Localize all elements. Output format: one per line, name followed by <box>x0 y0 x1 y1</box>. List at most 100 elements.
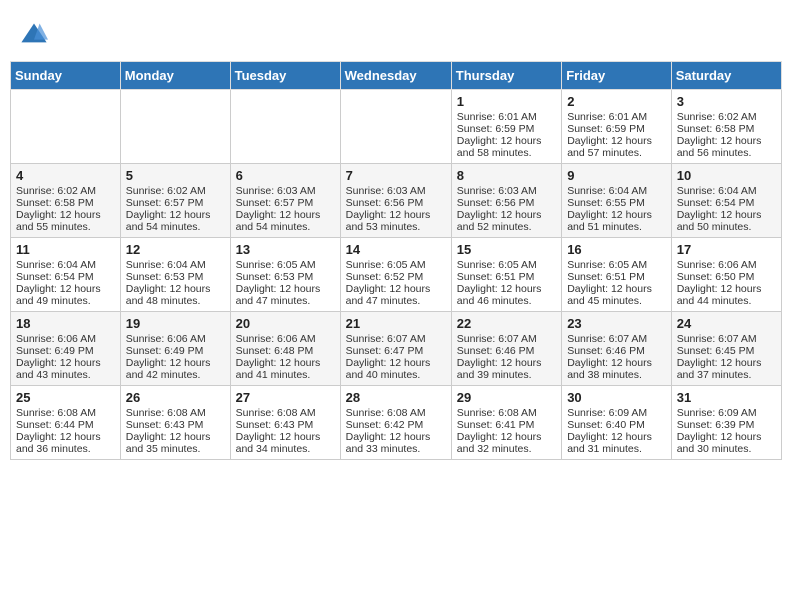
cell-content-line: Daylight: 12 hours <box>457 209 556 221</box>
cell-content-line: Sunset: 6:52 PM <box>346 271 446 283</box>
cell-content-line: and 45 minutes. <box>567 295 666 307</box>
cell-content-line: Sunset: 6:59 PM <box>457 123 556 135</box>
cell-content-line: and 52 minutes. <box>457 221 556 233</box>
day-number: 24 <box>677 316 776 331</box>
cell-content-line: Sunset: 6:54 PM <box>677 197 776 209</box>
day-number: 26 <box>126 390 225 405</box>
cell-content-line: Daylight: 12 hours <box>567 283 666 295</box>
cell-content-line: Sunrise: 6:03 AM <box>346 185 446 197</box>
cell-content-line: and 54 minutes. <box>126 221 225 233</box>
calendar-cell: 5Sunrise: 6:02 AMSunset: 6:57 PMDaylight… <box>120 164 230 238</box>
cell-content-line: Daylight: 12 hours <box>16 357 115 369</box>
calendar-cell: 31Sunrise: 6:09 AMSunset: 6:39 PMDayligh… <box>671 386 781 460</box>
cell-content-line: and 50 minutes. <box>677 221 776 233</box>
cell-content-line: and 36 minutes. <box>16 443 115 455</box>
cell-content-line: and 41 minutes. <box>236 369 335 381</box>
cell-content-line: and 43 minutes. <box>16 369 115 381</box>
cell-content-line: and 39 minutes. <box>457 369 556 381</box>
day-number: 11 <box>16 242 115 257</box>
calendar-cell: 23Sunrise: 6:07 AMSunset: 6:46 PMDayligh… <box>562 312 672 386</box>
cell-content-line: Sunrise: 6:06 AM <box>16 333 115 345</box>
cell-content-line: Sunrise: 6:01 AM <box>567 111 666 123</box>
cell-content-line: and 32 minutes. <box>457 443 556 455</box>
cell-content-line: Sunset: 6:54 PM <box>16 271 115 283</box>
cell-content-line: Sunrise: 6:06 AM <box>677 259 776 271</box>
cell-content-line: Sunset: 6:51 PM <box>567 271 666 283</box>
cell-content-line: Daylight: 12 hours <box>677 209 776 221</box>
logo-icon <box>20 20 48 48</box>
cell-content-line: and 47 minutes. <box>346 295 446 307</box>
day-number: 20 <box>236 316 335 331</box>
calendar-week-3: 11Sunrise: 6:04 AMSunset: 6:54 PMDayligh… <box>11 238 782 312</box>
cell-content-line: and 53 minutes. <box>346 221 446 233</box>
day-number: 27 <box>236 390 335 405</box>
calendar-week-5: 25Sunrise: 6:08 AMSunset: 6:44 PMDayligh… <box>11 386 782 460</box>
calendar-cell: 21Sunrise: 6:07 AMSunset: 6:47 PMDayligh… <box>340 312 451 386</box>
calendar-cell: 28Sunrise: 6:08 AMSunset: 6:42 PMDayligh… <box>340 386 451 460</box>
calendar-cell: 22Sunrise: 6:07 AMSunset: 6:46 PMDayligh… <box>451 312 561 386</box>
header-sunday: Sunday <box>11 62 121 90</box>
cell-content-line: Sunset: 6:49 PM <box>126 345 225 357</box>
calendar-cell: 6Sunrise: 6:03 AMSunset: 6:57 PMDaylight… <box>230 164 340 238</box>
calendar-cell: 11Sunrise: 6:04 AMSunset: 6:54 PMDayligh… <box>11 238 121 312</box>
cell-content-line: Daylight: 12 hours <box>567 209 666 221</box>
cell-content-line: Sunset: 6:50 PM <box>677 271 776 283</box>
cell-content-line: Sunrise: 6:02 AM <box>677 111 776 123</box>
calendar-body: 1Sunrise: 6:01 AMSunset: 6:59 PMDaylight… <box>11 90 782 460</box>
day-number: 15 <box>457 242 556 257</box>
calendar-cell: 3Sunrise: 6:02 AMSunset: 6:58 PMDaylight… <box>671 90 781 164</box>
day-number: 2 <box>567 94 666 109</box>
calendar-cell: 15Sunrise: 6:05 AMSunset: 6:51 PMDayligh… <box>451 238 561 312</box>
cell-content-line: Sunrise: 6:02 AM <box>16 185 115 197</box>
cell-content-line: Daylight: 12 hours <box>457 431 556 443</box>
day-number: 4 <box>16 168 115 183</box>
calendar-cell <box>340 90 451 164</box>
cell-content-line: Sunset: 6:53 PM <box>236 271 335 283</box>
cell-content-line: Sunrise: 6:03 AM <box>457 185 556 197</box>
cell-content-line: and 55 minutes. <box>16 221 115 233</box>
day-number: 13 <box>236 242 335 257</box>
cell-content-line: Daylight: 12 hours <box>346 283 446 295</box>
cell-content-line: Daylight: 12 hours <box>567 357 666 369</box>
calendar-cell <box>120 90 230 164</box>
day-number: 16 <box>567 242 666 257</box>
cell-content-line: Daylight: 12 hours <box>126 431 225 443</box>
cell-content-line: Daylight: 12 hours <box>457 283 556 295</box>
header-friday: Friday <box>562 62 672 90</box>
cell-content-line: and 54 minutes. <box>236 221 335 233</box>
cell-content-line: Sunrise: 6:09 AM <box>567 407 666 419</box>
cell-content-line: Daylight: 12 hours <box>346 357 446 369</box>
cell-content-line: Sunrise: 6:04 AM <box>567 185 666 197</box>
cell-content-line: and 44 minutes. <box>677 295 776 307</box>
calendar-cell: 14Sunrise: 6:05 AMSunset: 6:52 PMDayligh… <box>340 238 451 312</box>
calendar-cell: 7Sunrise: 6:03 AMSunset: 6:56 PMDaylight… <box>340 164 451 238</box>
cell-content-line: Sunset: 6:56 PM <box>346 197 446 209</box>
calendar-cell: 19Sunrise: 6:06 AMSunset: 6:49 PMDayligh… <box>120 312 230 386</box>
calendar-cell <box>230 90 340 164</box>
day-number: 31 <box>677 390 776 405</box>
day-number: 25 <box>16 390 115 405</box>
day-number: 21 <box>346 316 446 331</box>
cell-content-line: Sunrise: 6:05 AM <box>236 259 335 271</box>
calendar-cell: 10Sunrise: 6:04 AMSunset: 6:54 PMDayligh… <box>671 164 781 238</box>
calendar-cell: 25Sunrise: 6:08 AMSunset: 6:44 PMDayligh… <box>11 386 121 460</box>
day-number: 29 <box>457 390 556 405</box>
calendar-cell: 4Sunrise: 6:02 AMSunset: 6:58 PMDaylight… <box>11 164 121 238</box>
cell-content-line: Daylight: 12 hours <box>567 135 666 147</box>
calendar-cell: 1Sunrise: 6:01 AMSunset: 6:59 PMDaylight… <box>451 90 561 164</box>
calendar-cell: 30Sunrise: 6:09 AMSunset: 6:40 PMDayligh… <box>562 386 672 460</box>
calendar-cell: 27Sunrise: 6:08 AMSunset: 6:43 PMDayligh… <box>230 386 340 460</box>
cell-content-line: Sunset: 6:46 PM <box>457 345 556 357</box>
cell-content-line: Daylight: 12 hours <box>126 209 225 221</box>
day-number: 6 <box>236 168 335 183</box>
header-saturday: Saturday <box>671 62 781 90</box>
cell-content-line: Sunset: 6:56 PM <box>457 197 556 209</box>
cell-content-line: Sunrise: 6:07 AM <box>567 333 666 345</box>
day-number: 10 <box>677 168 776 183</box>
calendar-cell: 2Sunrise: 6:01 AMSunset: 6:59 PMDaylight… <box>562 90 672 164</box>
header-tuesday: Tuesday <box>230 62 340 90</box>
cell-content-line: Sunrise: 6:06 AM <box>236 333 335 345</box>
cell-content-line: Sunset: 6:43 PM <box>236 419 335 431</box>
day-number: 23 <box>567 316 666 331</box>
day-number: 8 <box>457 168 556 183</box>
